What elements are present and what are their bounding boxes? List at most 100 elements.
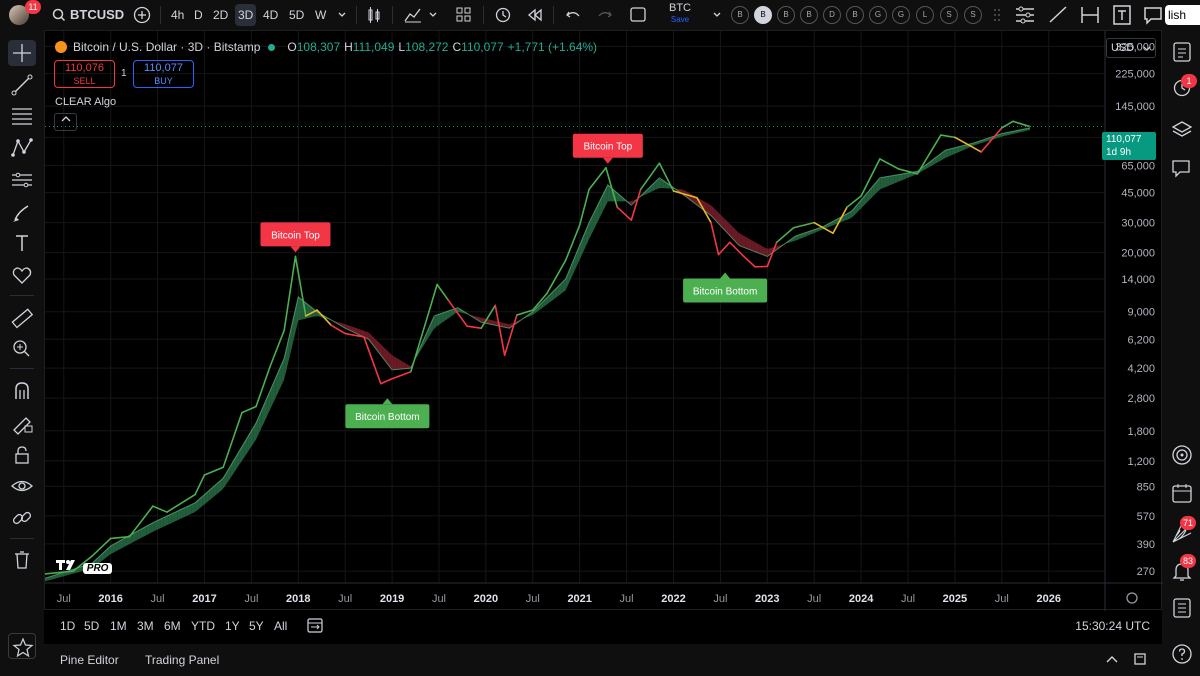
forecast-tool-icon[interactable] [8,167,36,193]
ruler-icon[interactable] [8,305,36,331]
line-tool-icon[interactable] [8,72,36,98]
quick-badge[interactable]: G [892,6,910,24]
zoom-in-icon[interactable] [8,335,36,361]
quick-badge[interactable]: D [823,6,841,24]
ma-band-segment [748,238,752,251]
interval-d[interactable]: D [194,0,203,30]
quick-badge[interactable]: G [869,6,887,24]
magnet-icon[interactable] [8,378,36,404]
symbol-search-icon[interactable] [52,0,66,30]
layout-name[interactable]: BTC Save [663,3,697,25]
collapse-indicators-icon[interactable] [54,113,77,131]
quick-badge[interactable]: L [916,6,934,24]
brush-icon[interactable] [8,200,36,226]
tradingview-logo[interactable]: PRO [56,559,113,577]
quick-badge[interactable]: B [754,6,772,24]
interval-w[interactable]: W [315,0,326,30]
save-button[interactable]: Save [663,14,697,25]
chats-icon[interactable] [1170,156,1194,180]
range-3m[interactable]: 3M [137,619,154,633]
chart-pane[interactable]: 270 390 570 850 1,200 1,800 2,800 4,200 6,200 9,0… [44,30,1163,611]
compare-add-icon[interactable] [133,0,151,30]
sell-button[interactable]: 110,076 SELL [54,60,115,88]
quick-badge[interactable]: B [800,6,818,24]
watchlist-icon[interactable] [1170,40,1194,64]
measure-icon[interactable] [1078,0,1102,30]
price-chart[interactable]: 270 390 570 850 1,200 1,800 2,800 4,200 6,200 9,0… [45,31,1163,611]
fullscreen-icon[interactable] [629,0,647,30]
interval-4h[interactable]: 4h [171,0,184,30]
text-note-icon[interactable] [1110,0,1134,30]
range-5d[interactable]: 5D [84,619,99,633]
time-axis-label: 2024 [849,593,874,605]
quick-badge[interactable]: B [777,6,795,24]
object-tree-icon[interactable] [1013,0,1037,30]
quick-badge[interactable]: B [731,6,749,24]
tab-pine-editor[interactable]: Pine Editor [60,653,119,667]
pattern-tool-icon[interactable] [8,135,36,161]
crosshair-icon[interactable] [8,40,36,66]
trash-icon[interactable] [8,547,36,573]
publish-button[interactable]: lish [1165,5,1200,25]
indicators-icon[interactable] [403,0,423,30]
price-axis-label: 225,000 [1115,69,1155,81]
symbol-title[interactable]: Bitcoin / U.S. Dollar · 3D · Bitstamp [73,40,260,54]
indicators-dropdown-icon[interactable] [428,0,438,30]
range-1d[interactable]: 1D [60,619,75,633]
heart-icon[interactable] [8,262,36,288]
help-icon[interactable] [1170,642,1194,666]
trend-line-icon[interactable] [1046,0,1070,30]
tab-trading-panel[interactable]: Trading Panel [145,653,219,667]
range-ytd[interactable]: YTD [191,619,215,633]
fib-tool-icon[interactable] [8,103,36,129]
time-axis-label: 2021 [567,593,591,605]
range-1y[interactable]: 1Y [225,619,240,633]
drag-handle-icon[interactable] [992,0,1002,30]
price-axis-label: 1,800 [1127,426,1155,438]
range-5y[interactable]: 5Y [249,619,264,633]
favorites-star-icon[interactable] [8,633,36,659]
interval-5d[interactable]: 5D [289,0,304,30]
target-icon[interactable] [1170,443,1194,467]
date-range-calendar-icon[interactable] [306,616,324,637]
redo-icon[interactable] [597,0,613,30]
alert-icon[interactable] [493,0,513,30]
ma-band-segment [740,233,743,248]
interval-dropdown-icon[interactable] [337,0,347,30]
templates-icon[interactable] [455,0,473,30]
calendar-icon[interactable] [1170,481,1194,505]
price-segment [588,166,607,191]
sell-label: SELL [73,76,96,86]
currency-select[interactable]: USD [1106,38,1156,58]
undo-icon[interactable] [565,0,581,30]
candles-icon[interactable] [366,0,382,30]
lock-drawings-icon[interactable] [8,410,36,436]
range-1m[interactable]: 1M [110,619,127,633]
layout-dropdown-icon[interactable] [712,0,722,30]
eye-icon[interactable] [8,473,36,499]
time-axis-label: Jul [526,593,540,605]
replay-icon[interactable] [526,0,544,30]
quick-badge[interactable]: B [846,6,864,24]
range-6m[interactable]: 6M [164,619,181,633]
link-icon[interactable] [8,505,36,531]
layers-icon[interactable] [1170,118,1194,142]
quick-badge[interactable]: S [940,6,958,24]
text-tool-icon[interactable] [8,230,36,256]
pro-badge: PRO [82,563,113,574]
interval-4d[interactable]: 4D [263,0,278,30]
interval-3d[interactable]: 3D [235,4,257,26]
maximize-panel-icon[interactable] [1132,651,1148,670]
axis-settings-icon[interactable] [1126,592,1138,604]
quick-badge[interactable]: S [964,6,982,24]
chat-icon[interactable] [1142,0,1164,30]
symbol-name[interactable]: BTCUSD [70,0,124,30]
chevron-up-icon[interactable] [1104,651,1120,670]
interval-2d[interactable]: 2D [213,0,228,30]
order-panel-icon[interactable] [1170,596,1194,620]
buy-button[interactable]: 110,077 BUY [133,60,194,88]
range-all[interactable]: All [274,619,287,633]
lock-icon[interactable] [8,442,36,468]
utc-clock[interactable]: 15:30:24 UTC [1075,619,1150,633]
indicator-name[interactable]: CLEAR Algo [55,96,116,108]
